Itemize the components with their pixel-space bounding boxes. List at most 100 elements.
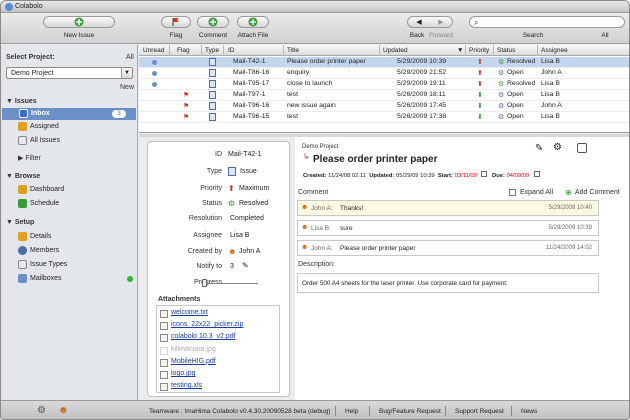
priority-down-icon: ⬇ [477, 92, 483, 99]
col-priority[interactable]: Priority [469, 47, 489, 54]
priority-label: Priority [200, 185, 222, 192]
setup-header[interactable]: ▼ Setup [6, 219, 34, 226]
notify-value: 3 [230, 263, 234, 270]
table-row[interactable]: ⚑ Mail-T96-15 test 5/26/2009 17:38 ⬇ ⚙ Open Lis… [139, 112, 629, 122]
comment-author: Lisa B: [311, 225, 331, 232]
col-id[interactable]: ID [228, 47, 235, 54]
comment-date: 5/29/2009 10:40 [548, 205, 592, 211]
sidebar-item-mailboxes[interactable]: Mailboxes [30, 273, 62, 284]
all-projects-link[interactable]: All [126, 54, 134, 61]
priority-value: Maximum [239, 185, 270, 192]
flag-icon[interactable]: ⚑ [183, 91, 189, 99]
sidebar-item-members[interactable]: Members [30, 245, 59, 256]
col-status[interactable]: Status [497, 47, 515, 54]
col-type[interactable]: Type [205, 47, 219, 54]
table-row[interactable]: Mail-T86-16 enquiry 5/29/2009 21:52 ⬆ ⚙ Open J… [139, 68, 629, 78]
attach-icon [248, 17, 258, 27]
id-value: Mail-T42-1 [228, 151, 262, 158]
col-updated[interactable]: Updated [383, 47, 408, 54]
news-link[interactable]: News [521, 408, 537, 415]
flag-icon[interactable]: ⚑ [183, 102, 189, 110]
back-button[interactable]: ◀ [416, 18, 421, 26]
sidebar-item-details[interactable]: Details [30, 231, 51, 242]
row-title: Please order printer paper [287, 58, 366, 65]
col-flag[interactable]: Flag [177, 47, 190, 54]
new-issue-icon [74, 17, 84, 27]
col-title[interactable]: Title [287, 47, 299, 54]
expand-all-button[interactable]: Expand All [520, 189, 553, 196]
attachment-link[interactable]: kilimanjaro.jpg [171, 346, 216, 353]
window-title: Colabolo [15, 3, 43, 10]
pencil-icon[interactable]: ✎ [242, 261, 249, 270]
new-issue-button[interactable] [43, 16, 115, 28]
gear-icon[interactable]: ⚙ [553, 142, 562, 153]
col-assignee[interactable]: Assignee [541, 47, 568, 54]
settings-gear-icon[interactable]: ⚙ [37, 405, 46, 416]
table-row[interactable]: ⚑ Mail-T96-16 new issue again 5/26/2009 17:… [139, 101, 629, 111]
bug-request-link[interactable]: Bug/Feature Request [379, 408, 441, 415]
add-comment-button[interactable]: Add Comment [575, 189, 620, 196]
sidebar-item-inbox[interactable]: Inbox 3 [2, 108, 136, 120]
attach-file-button[interactable] [237, 16, 269, 28]
search-field[interactable]: ⌕ [469, 16, 625, 28]
back-label[interactable]: Back [409, 32, 425, 39]
flag-button[interactable] [161, 16, 191, 28]
attachment-link[interactable]: testing.xls [171, 382, 202, 389]
sidebar-item-all-issues[interactable]: All Issues [30, 135, 60, 146]
issue-detail-panel: Demo Project ↳ Please order printer pape… [295, 137, 629, 400]
attachment-link[interactable]: welcome.txt [171, 309, 208, 316]
sidebar-item-issue-types[interactable]: Issue Types [30, 259, 67, 270]
sidebar-item-dashboard[interactable]: Dashboard [30, 184, 64, 195]
project-select[interactable]: Demo Project ▼ [6, 67, 133, 79]
flag-icon[interactable]: ⚑ [183, 113, 189, 121]
window-icon[interactable] [577, 143, 587, 153]
sidebar: Select Project: All Demo Project ▼ New ▼… [1, 45, 138, 400]
table-row[interactable]: ⚑ Mail-T97-1 test 5/26/2009 18:11 ⬇ ⚙ Open Lisa… [139, 90, 629, 100]
user-status-icon[interactable]: ☻ [58, 405, 69, 416]
attachment-link[interactable]: colabolo 10.3_v2.pdf [171, 333, 236, 340]
add-icon: ⊕ [565, 188, 572, 197]
sidebar-item-assigned[interactable]: Assigned [30, 121, 59, 132]
help-link[interactable]: Help [345, 408, 358, 415]
issue-properties-panel: ID Mail-T42-1 Type Issue Priority ⬆ Maxi… [147, 141, 290, 397]
comment-item[interactable]: ☻ John A: Thanks! 5/29/2009 10:40 [297, 200, 599, 216]
sidebar-item-schedule[interactable]: Schedule [30, 198, 59, 209]
row-assignee: John A [541, 102, 562, 109]
checkbox-icon[interactable] [509, 189, 516, 196]
new-project-link[interactable]: New [120, 84, 134, 91]
progress-slider[interactable] [202, 279, 258, 287]
table-row[interactable]: Mail-T42-1 Please order printer paper 5/29… [139, 57, 629, 67]
edit-pencil-icon[interactable]: ✎ [535, 143, 543, 154]
issue-type-icon [209, 91, 216, 99]
priority-down-icon: ⬇ [477, 114, 483, 121]
filter-toggle[interactable]: ▶ Filter [18, 154, 41, 162]
status-icon: ⚙ [498, 103, 505, 110]
comment-text: Please order printer paper [340, 245, 416, 252]
comment-button[interactable] [197, 16, 229, 28]
file-icon [160, 371, 168, 379]
user-icon: ☻ [228, 247, 237, 256]
browse-header[interactable]: ▼ Browse [6, 173, 40, 180]
calendar-icon[interactable] [533, 171, 540, 177]
table-row[interactable]: Mail-T95-17 close to launch 5/29/2009 19:1… [139, 79, 629, 89]
attachment-link[interactable]: logo.jpg [171, 370, 196, 377]
comment-item[interactable]: ☻ Lisa B: sure 5/29/2009 10:39 [297, 220, 599, 236]
search-scope[interactable]: All [599, 32, 611, 39]
forward-label[interactable]: Forward [428, 32, 454, 39]
notify-label: Notify to [196, 263, 222, 270]
calendar-icon[interactable] [481, 171, 488, 177]
user-icon: ☻ [301, 204, 309, 211]
attachment-link[interactable]: icons_22x22_picker.zip [171, 321, 243, 328]
comment-item[interactable]: ☻ John A: Please order printer paper 11/24/… [297, 240, 599, 256]
inbox-label: Inbox [31, 110, 50, 117]
col-unread[interactable]: Unread [143, 47, 164, 54]
unread-dot-icon [152, 60, 157, 65]
app-icon [5, 3, 13, 11]
attachment-link[interactable]: MobileHIG.pdf [171, 358, 216, 365]
support-request-link[interactable]: Support Request [455, 408, 504, 415]
issues-header[interactable]: ▼ Issues [6, 98, 37, 105]
issue-type-icon [209, 80, 216, 88]
comment-date: 11/24/2009 14:02 [545, 245, 592, 251]
progress-slider-thumb[interactable] [202, 279, 207, 287]
forward-button[interactable]: ▶ [438, 18, 443, 26]
